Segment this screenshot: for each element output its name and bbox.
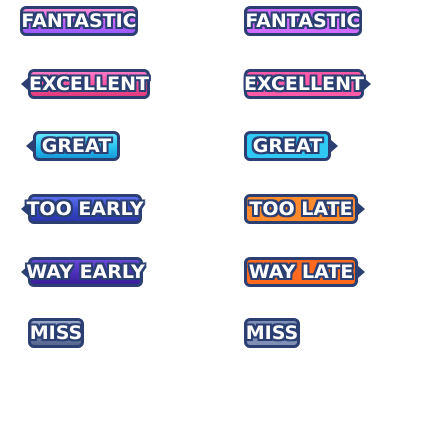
judgement-label: FANTASTIC	[245, 10, 361, 32]
judgement-miss-right: MISS	[244, 318, 300, 348]
judgement-label: GREAT	[41, 135, 112, 157]
judgement-fantastic-right: FANTASTIC	[244, 6, 362, 36]
judgement-label: EXCELLENT	[244, 73, 364, 95]
judgement-label: TOO EARLY	[26, 198, 144, 220]
judgement-label: MISS	[29, 322, 83, 344]
judgement-great-left: GREAT	[33, 131, 120, 161]
judgement-label: EXCELLENT	[29, 73, 149, 95]
judgement-label: FANTASTIC	[21, 10, 137, 32]
judgement-way-early: WAY EARLY	[26, 257, 145, 287]
judgement-excellent-right: EXCELLENT	[244, 69, 364, 99]
judgement-way-late: WAY LATE	[244, 257, 358, 287]
judgement-label: GREAT	[252, 135, 323, 157]
judgement-label: WAY LATE	[248, 261, 354, 283]
judgement-label: TOO LATE	[249, 198, 353, 220]
judgement-excellent-left: EXCELLENT	[28, 69, 150, 99]
judgement-fantastic-left: FANTASTIC	[20, 6, 138, 36]
judgement-great-right: GREAT	[244, 131, 331, 161]
judgement-label: MISS	[245, 322, 299, 344]
judgement-too-late: TOO LATE	[244, 194, 358, 224]
judgement-too-early: TOO EARLY	[26, 194, 144, 224]
judgement-miss-left: MISS	[28, 318, 84, 348]
judgement-label: WAY EARLY	[26, 261, 145, 283]
